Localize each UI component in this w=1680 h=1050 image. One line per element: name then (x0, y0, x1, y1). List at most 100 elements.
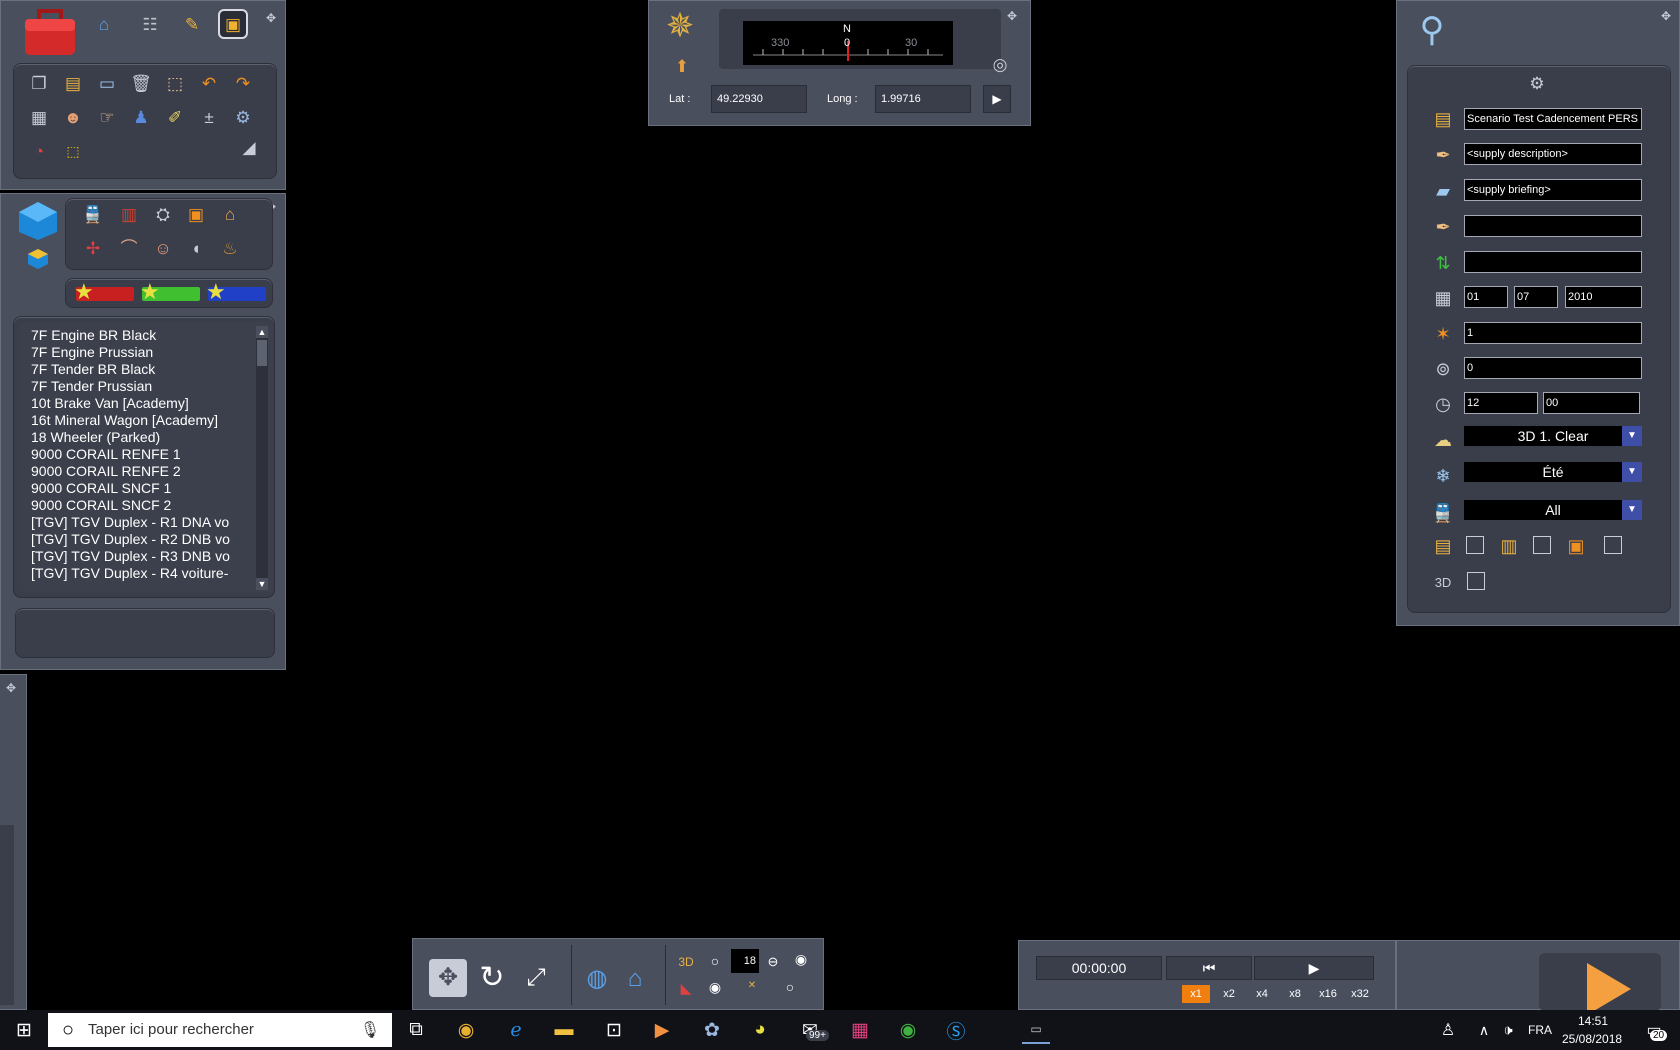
volume-icon[interactable]: 🕩 (1494, 1016, 1522, 1044)
radio-icon[interactable]: ○ (780, 977, 800, 997)
wagon-icon[interactable]: ▥ (116, 201, 142, 227)
cortana-circle-icon[interactable]: ○ (54, 1016, 82, 1044)
list-item[interactable]: 9000 CORAIL SNCF 1 (20, 480, 252, 497)
train-simulator-icon[interactable]: ▭ (1022, 1016, 1050, 1044)
home-icon[interactable]: ⌂ (619, 963, 651, 995)
speed-button-x1[interactable]: x1 (1182, 985, 1210, 1003)
3d-view-icon[interactable]: 3D (675, 951, 697, 973)
app-icon[interactable]: ◕ (746, 1016, 774, 1044)
media-icon[interactable]: ▶ (648, 1016, 676, 1044)
clock-chart-icon[interactable]: ◔ (26, 138, 52, 164)
monitor-icon[interactable]: ▭ (94, 70, 120, 96)
stamp-icon[interactable]: ⬚ (162, 70, 188, 96)
train-front-icon[interactable]: ▣ (218, 9, 248, 39)
list-item[interactable]: 7F Tender BR Black (20, 361, 252, 378)
copy-icon[interactable]: ❐ (26, 70, 52, 96)
home-icon[interactable]: ⌂ (91, 11, 117, 37)
train-icon[interactable]: ▣ (183, 201, 209, 227)
pin-icon[interactable]: ✥ (1005, 9, 1019, 23)
undo-icon[interactable]: ↶ (196, 70, 222, 96)
weather-select[interactable]: 3D 1. Clear ▼ (1464, 426, 1642, 446)
refresh-icon[interactable]: ↻ (473, 959, 511, 997)
chevron-down-icon[interactable]: ▼ (1622, 500, 1642, 520)
brush-icon[interactable]: ✎ (179, 11, 205, 37)
add-person-icon[interactable]: ± (196, 104, 222, 130)
redo-icon[interactable]: ↷ (230, 70, 256, 96)
file-explorer-icon[interactable]: ▬ (550, 1016, 578, 1044)
speed-button-x8[interactable]: x8 (1281, 985, 1309, 1003)
go-button[interactable]: ▶ (983, 85, 1011, 113)
face-icon[interactable]: ☺ (150, 235, 176, 261)
option-checkbox-2[interactable] (1533, 536, 1551, 554)
hour-input[interactable]: 12 (1464, 392, 1538, 414)
radio-icon[interactable]: ◉ (791, 949, 811, 969)
long-input[interactable]: 1.99716 (875, 85, 971, 113)
option-checkbox-3d[interactable] (1467, 572, 1485, 590)
scroll-down-icon[interactable]: ▼ (256, 578, 268, 590)
document-icon[interactable]: ▦ (26, 104, 52, 130)
magnifier-icon[interactable]: ⚲ (1409, 7, 1455, 53)
speed-button-x32[interactable]: x32 (1346, 985, 1374, 1003)
fullscreen-icon[interactable]: ✥ (429, 959, 467, 997)
lock-icon[interactable]: ⊖ (763, 951, 783, 971)
small-cube-icon[interactable] (27, 248, 49, 270)
microphone-icon[interactable]: 🎙 (356, 1016, 384, 1044)
speed-button-x16[interactable]: x16 (1314, 985, 1342, 1003)
cube-icon[interactable] (17, 200, 59, 242)
list-item[interactable]: 16t Mineral Wagon [Academy] (20, 412, 252, 429)
list-item[interactable]: [TGV] TGV Duplex - R4 voiture- (20, 565, 252, 582)
list-item[interactable]: 9000 CORAIL SNCF 2 (20, 497, 252, 514)
windows-start-icon[interactable]: ⊞ (10, 1016, 38, 1044)
view-count-field[interactable]: 18 (731, 949, 759, 973)
chrome-icon[interactable]: ◉ (894, 1016, 922, 1044)
pin-icon[interactable]: ✥ (4, 681, 18, 695)
rewind-button[interactable]: ⏮ (1166, 956, 1252, 980)
clock-date[interactable]: 25/08/2018 (1562, 1032, 1622, 1046)
scenario-name-input[interactable]: Scenario Test Cadencement PERS (1464, 108, 1642, 130)
chevron-down-icon[interactable]: ▼ (1622, 462, 1642, 482)
description-input[interactable]: <supply description> (1464, 143, 1642, 165)
track-icon[interactable]: ☷ (137, 11, 163, 37)
list-item[interactable]: 7F Tender Prussian (20, 378, 252, 395)
globe-icon[interactable]: ◍ (581, 963, 613, 995)
chrome-icon[interactable]: ◉ (452, 1016, 480, 1044)
bridge-icon[interactable]: ⌒ (116, 235, 142, 261)
radio-icon[interactable]: ○ (705, 951, 725, 971)
horn-icon[interactable]: ◖ (183, 235, 209, 261)
list-item[interactable]: 7F Engine BR Black (20, 327, 252, 344)
minute-input[interactable]: 00 (1543, 392, 1640, 414)
list-item[interactable]: 9000 CORAIL RENFE 1 (20, 446, 252, 463)
duration-input[interactable]: 0 (1464, 357, 1642, 379)
expand-icon[interactable]: ⤢ (517, 959, 555, 997)
language-indicator[interactable]: FRA (1528, 1023, 1552, 1037)
rating-input[interactable]: 1 (1464, 322, 1642, 344)
target-icon[interactable]: ◎ (987, 51, 1013, 77)
toolbox-icon[interactable] (19, 3, 79, 61)
compass-rose-icon[interactable]: ✵ (659, 5, 701, 47)
month-input[interactable]: 07 (1514, 286, 1558, 308)
play-scenario-button[interactable] (1539, 953, 1661, 1015)
option-checkbox-1[interactable] (1466, 536, 1484, 554)
house-icon[interactable]: ⌂ (217, 201, 243, 227)
people-icon[interactable]: ♙ (1434, 1016, 1462, 1044)
paste-icon[interactable]: ▤ (60, 70, 86, 96)
day-input[interactable]: 01 (1464, 286, 1508, 308)
radio-icon[interactable]: ◉ (705, 977, 725, 997)
list-item[interactable]: 10t Brake Van [Academy] (20, 395, 252, 412)
season-select[interactable]: Été ▼ (1464, 462, 1642, 482)
edge-icon[interactable]: ℯ (502, 1016, 530, 1044)
paint-icon[interactable]: ✿ (698, 1016, 726, 1044)
sack-icon[interactable]: ♨ (217, 235, 243, 261)
eraser-icon[interactable]: ◣ (675, 977, 697, 999)
pin-icon[interactable]: ✥ (264, 11, 278, 25)
speed-button-x4[interactable]: x4 (1248, 985, 1276, 1003)
clock-time[interactable]: 14:51 (1578, 1014, 1608, 1028)
pin-icon[interactable]: ✥ (1659, 9, 1673, 23)
chevron-down-icon[interactable]: ▼ (1622, 426, 1642, 446)
edit-icon[interactable]: ✐ (162, 104, 188, 130)
list-item[interactable]: [TGV] TGV Duplex - R2 DNB vo (20, 531, 252, 548)
year-input[interactable]: 2010 (1565, 286, 1642, 308)
filter-select[interactable]: All ▼ (1464, 500, 1642, 520)
locomotive-icon[interactable]: 🚆 (80, 201, 106, 227)
flip-arrow-icon[interactable]: ⬆ (669, 53, 695, 79)
